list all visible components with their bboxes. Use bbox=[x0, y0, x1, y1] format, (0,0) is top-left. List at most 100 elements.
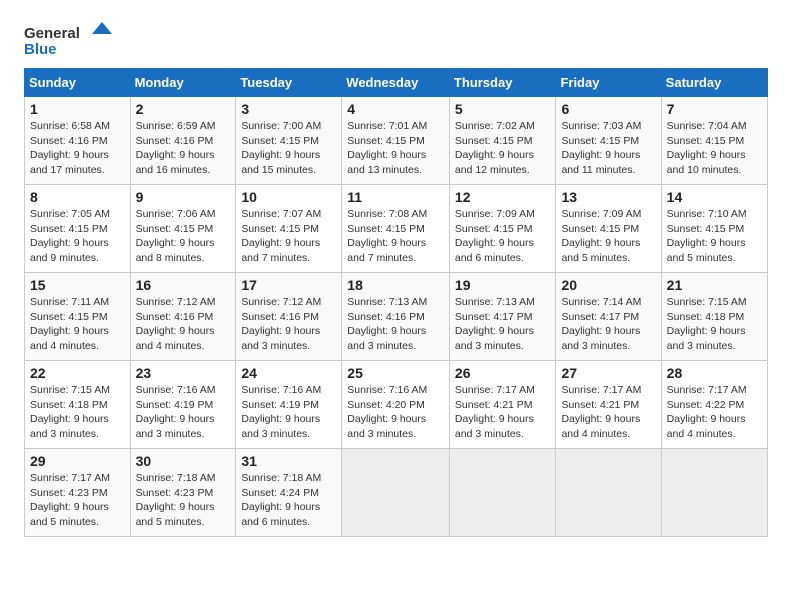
day-info: Sunrise: 7:16 AM Sunset: 4:19 PM Dayligh… bbox=[136, 383, 231, 442]
day-info: Sunrise: 7:16 AM Sunset: 4:20 PM Dayligh… bbox=[347, 383, 444, 442]
calendar-cell: 15 Sunrise: 7:11 AM Sunset: 4:15 PM Dayli… bbox=[25, 273, 131, 361]
calendar-cell: 20 Sunrise: 7:14 AM Sunset: 4:17 PM Dayli… bbox=[556, 273, 661, 361]
calendar-cell: 14 Sunrise: 7:10 AM Sunset: 4:15 PM Dayli… bbox=[661, 185, 767, 273]
logo-svg: General Blue bbox=[24, 20, 114, 58]
calendar-week-row: 15 Sunrise: 7:11 AM Sunset: 4:15 PM Dayli… bbox=[25, 273, 768, 361]
day-info: Sunrise: 7:04 AM Sunset: 4:15 PM Dayligh… bbox=[667, 119, 762, 178]
day-info: Sunrise: 7:17 AM Sunset: 4:22 PM Dayligh… bbox=[667, 383, 762, 442]
day-info: Sunrise: 7:14 AM Sunset: 4:17 PM Dayligh… bbox=[561, 295, 655, 354]
day-number: 20 bbox=[561, 277, 655, 293]
calendar-cell: 21Sunrise: 7:15 AM Sunset: 4:18 PM Dayli… bbox=[661, 273, 767, 361]
calendar-week-row: 1 Sunrise: 6:58 AM Sunset: 4:16 PM Daylig… bbox=[25, 97, 768, 185]
day-info: Sunrise: 6:58 AM Sunset: 4:16 PM Dayligh… bbox=[30, 119, 125, 178]
day-info: Sunrise: 7:18 AM Sunset: 4:23 PM Dayligh… bbox=[136, 471, 231, 530]
calendar-cell: 2 Sunrise: 6:59 AM Sunset: 4:16 PM Daylig… bbox=[130, 97, 236, 185]
logo: General Blue bbox=[24, 20, 114, 58]
weekday-header-wednesday: Wednesday bbox=[342, 69, 450, 97]
day-number: 15 bbox=[30, 277, 125, 293]
day-info: Sunrise: 7:17 AM Sunset: 4:23 PM Dayligh… bbox=[30, 471, 125, 530]
calendar-cell: 7Sunrise: 7:04 AM Sunset: 4:15 PM Daylig… bbox=[661, 97, 767, 185]
day-number: 1 bbox=[30, 101, 125, 117]
day-info: Sunrise: 7:09 AM Sunset: 4:15 PM Dayligh… bbox=[455, 207, 551, 266]
day-info: Sunrise: 7:17 AM Sunset: 4:21 PM Dayligh… bbox=[561, 383, 655, 442]
day-number: 29 bbox=[30, 453, 125, 469]
day-info: Sunrise: 7:09 AM Sunset: 4:15 PM Dayligh… bbox=[561, 207, 655, 266]
calendar-cell: 8Sunrise: 7:05 AM Sunset: 4:15 PM Daylig… bbox=[25, 185, 131, 273]
day-number: 13 bbox=[561, 189, 655, 205]
day-number: 12 bbox=[455, 189, 551, 205]
day-number: 28 bbox=[667, 365, 762, 381]
day-info: Sunrise: 7:12 AM Sunset: 4:16 PM Dayligh… bbox=[241, 295, 336, 354]
weekday-header-tuesday: Tuesday bbox=[236, 69, 342, 97]
day-info: Sunrise: 7:10 AM Sunset: 4:15 PM Dayligh… bbox=[667, 207, 762, 266]
calendar-cell bbox=[342, 449, 450, 537]
day-number: 16 bbox=[136, 277, 231, 293]
calendar-cell: 22 Sunrise: 7:15 AM Sunset: 4:18 PM Dayli… bbox=[25, 361, 131, 449]
day-number: 21 bbox=[667, 277, 762, 293]
day-number: 31 bbox=[241, 453, 336, 469]
calendar-cell: 9 Sunrise: 7:06 AM Sunset: 4:15 PM Daylig… bbox=[130, 185, 236, 273]
day-number: 14 bbox=[667, 189, 762, 205]
svg-text:General: General bbox=[24, 25, 80, 42]
day-info: Sunrise: 7:08 AM Sunset: 4:15 PM Dayligh… bbox=[347, 207, 444, 266]
day-number: 3 bbox=[241, 101, 336, 117]
header: General Blue bbox=[24, 20, 768, 58]
day-info: Sunrise: 7:15 AM Sunset: 4:18 PM Dayligh… bbox=[30, 383, 125, 442]
calendar-cell: 17 Sunrise: 7:12 AM Sunset: 4:16 PM Dayli… bbox=[236, 273, 342, 361]
weekday-header-row: SundayMondayTuesdayWednesdayThursdayFrid… bbox=[25, 69, 768, 97]
day-info: Sunrise: 7:00 AM Sunset: 4:15 PM Dayligh… bbox=[241, 119, 336, 178]
day-info: Sunrise: 7:03 AM Sunset: 4:15 PM Dayligh… bbox=[561, 119, 655, 178]
calendar-table: SundayMondayTuesdayWednesdayThursdayFrid… bbox=[24, 68, 768, 537]
calendar-cell: 3 Sunrise: 7:00 AM Sunset: 4:15 PM Daylig… bbox=[236, 97, 342, 185]
day-number: 17 bbox=[241, 277, 336, 293]
day-info: Sunrise: 7:06 AM Sunset: 4:15 PM Dayligh… bbox=[136, 207, 231, 266]
calendar-week-row: 29 Sunrise: 7:17 AM Sunset: 4:23 PM Dayli… bbox=[25, 449, 768, 537]
day-number: 24 bbox=[241, 365, 336, 381]
calendar-cell: 18 Sunrise: 7:13 AM Sunset: 4:16 PM Dayli… bbox=[342, 273, 450, 361]
day-number: 27 bbox=[561, 365, 655, 381]
day-info: Sunrise: 7:18 AM Sunset: 4:24 PM Dayligh… bbox=[241, 471, 336, 530]
calendar-cell: 31 Sunrise: 7:18 AM Sunset: 4:24 PM Dayli… bbox=[236, 449, 342, 537]
day-info: Sunrise: 7:11 AM Sunset: 4:15 PM Dayligh… bbox=[30, 295, 125, 354]
day-number: 25 bbox=[347, 365, 444, 381]
day-number: 22 bbox=[30, 365, 125, 381]
weekday-header-sunday: Sunday bbox=[25, 69, 131, 97]
calendar-cell bbox=[449, 449, 556, 537]
day-number: 30 bbox=[136, 453, 231, 469]
weekday-header-monday: Monday bbox=[130, 69, 236, 97]
calendar-week-row: 8Sunrise: 7:05 AM Sunset: 4:15 PM Daylig… bbox=[25, 185, 768, 273]
day-number: 9 bbox=[136, 189, 231, 205]
day-number: 18 bbox=[347, 277, 444, 293]
calendar-cell: 30 Sunrise: 7:18 AM Sunset: 4:23 PM Dayli… bbox=[130, 449, 236, 537]
calendar-cell: 16 Sunrise: 7:12 AM Sunset: 4:16 PM Dayli… bbox=[130, 273, 236, 361]
day-info: Sunrise: 7:07 AM Sunset: 4:15 PM Dayligh… bbox=[241, 207, 336, 266]
weekday-header-saturday: Saturday bbox=[661, 69, 767, 97]
day-info: Sunrise: 7:12 AM Sunset: 4:16 PM Dayligh… bbox=[136, 295, 231, 354]
day-info: Sunrise: 7:16 AM Sunset: 4:19 PM Dayligh… bbox=[241, 383, 336, 442]
calendar-cell: 13 Sunrise: 7:09 AM Sunset: 4:15 PM Dayli… bbox=[556, 185, 661, 273]
calendar-cell: 29 Sunrise: 7:17 AM Sunset: 4:23 PM Dayli… bbox=[25, 449, 131, 537]
day-info: Sunrise: 6:59 AM Sunset: 4:16 PM Dayligh… bbox=[136, 119, 231, 178]
day-info: Sunrise: 7:13 AM Sunset: 4:17 PM Dayligh… bbox=[455, 295, 551, 354]
calendar-cell: 25 Sunrise: 7:16 AM Sunset: 4:20 PM Dayli… bbox=[342, 361, 450, 449]
calendar-cell: 28 Sunrise: 7:17 AM Sunset: 4:22 PM Dayli… bbox=[661, 361, 767, 449]
calendar-cell: 27 Sunrise: 7:17 AM Sunset: 4:21 PM Dayli… bbox=[556, 361, 661, 449]
day-number: 19 bbox=[455, 277, 551, 293]
day-info: Sunrise: 7:13 AM Sunset: 4:16 PM Dayligh… bbox=[347, 295, 444, 354]
calendar-cell bbox=[556, 449, 661, 537]
calendar-cell: 26Sunrise: 7:17 AM Sunset: 4:21 PM Dayli… bbox=[449, 361, 556, 449]
calendar-cell: 5Sunrise: 7:02 AM Sunset: 4:15 PM Daylig… bbox=[449, 97, 556, 185]
calendar-cell: 23 Sunrise: 7:16 AM Sunset: 4:19 PM Dayli… bbox=[130, 361, 236, 449]
day-number: 23 bbox=[136, 365, 231, 381]
calendar-cell: 4 Sunrise: 7:01 AM Sunset: 4:15 PM Daylig… bbox=[342, 97, 450, 185]
day-info: Sunrise: 7:01 AM Sunset: 4:15 PM Dayligh… bbox=[347, 119, 444, 178]
calendar-cell: 11Sunrise: 7:08 AM Sunset: 4:15 PM Dayli… bbox=[342, 185, 450, 273]
calendar-cell bbox=[661, 449, 767, 537]
calendar-cell: 6Sunrise: 7:03 AM Sunset: 4:15 PM Daylig… bbox=[556, 97, 661, 185]
day-number: 26 bbox=[455, 365, 551, 381]
day-number: 4 bbox=[347, 101, 444, 117]
day-info: Sunrise: 7:02 AM Sunset: 4:15 PM Dayligh… bbox=[455, 119, 551, 178]
calendar-cell: 10Sunrise: 7:07 AM Sunset: 4:15 PM Dayli… bbox=[236, 185, 342, 273]
day-number: 2 bbox=[136, 101, 231, 117]
weekday-header-friday: Friday bbox=[556, 69, 661, 97]
